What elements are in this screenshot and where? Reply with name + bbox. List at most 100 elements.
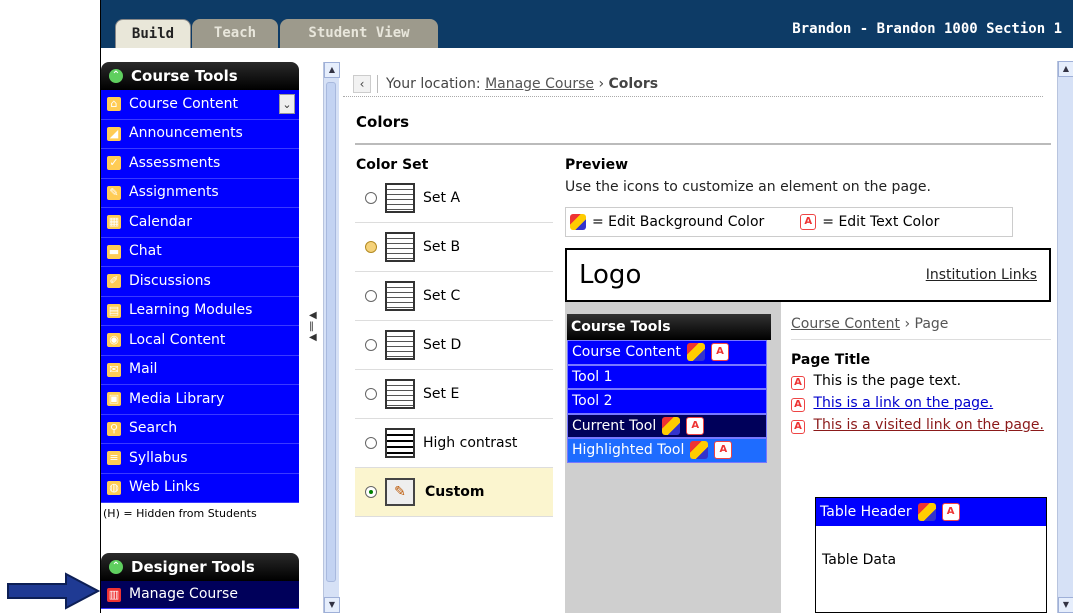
preview-table-data: Table Data — [822, 552, 897, 568]
radio-button[interactable] — [365, 241, 377, 253]
breadcrumb-link-manage-course[interactable]: Manage Course — [485, 76, 594, 92]
syllabus-icon: ≡ — [107, 451, 121, 466]
designer-tools-label: Designer Tools — [131, 558, 255, 576]
legend-bg-label: = Edit Background Color — [592, 214, 765, 230]
edit-text-icon[interactable]: A — [791, 398, 805, 412]
scroll-down-icon[interactable]: ▼ — [324, 597, 340, 613]
sidebar: ⌃ Course Tools ⌂ Course Content ⌄ ◢ Anno… — [101, 62, 299, 613]
edit-background-icon[interactable] — [917, 503, 936, 521]
search-icon: ⚲ — [107, 421, 121, 436]
scroll-down-icon[interactable]: ▼ — [1058, 597, 1073, 613]
edit-text-icon[interactable]: A — [686, 416, 705, 435]
course-tools-header[interactable]: ⌃ Course Tools — [101, 62, 299, 90]
scroll-up-icon[interactable]: ▲ — [324, 62, 340, 78]
color-set-option[interactable]: High contrast — [355, 419, 553, 468]
sidebar-item-label: Local Content — [129, 331, 226, 348]
edit-background-icon[interactable] — [690, 441, 709, 460]
preview-visited-link[interactable]: This is a visited link on the page. — [813, 417, 1043, 433]
top-bar: Build Teach Student View Brandon - Brand… — [101, 0, 1073, 48]
sidebar-item-label: Assessments — [129, 154, 221, 171]
preview-crumb-link[interactable]: Course Content — [791, 316, 900, 332]
sidebar-item-manage-course[interactable]: ▥ Manage Course — [101, 581, 299, 609]
color-set-icon — [385, 379, 415, 409]
sidebar-item-chat[interactable]: ▬ Chat — [101, 237, 299, 267]
color-set-option[interactable]: Set B — [355, 223, 553, 272]
house-icon: ⌂ — [107, 97, 121, 112]
chevron-down-icon[interactable]: ⌄ — [279, 94, 295, 115]
color-set-option[interactable]: Set E — [355, 370, 553, 419]
pointer-arrow-icon — [7, 572, 100, 610]
radio-button[interactable] — [365, 486, 377, 498]
sidebar-scrollbar[interactable]: ▲ ▼ — [323, 62, 340, 613]
sidebar-item-announcements[interactable]: ◢ Announcements — [101, 119, 299, 149]
collapse-icon[interactable]: ⌃ — [109, 69, 123, 83]
radio-button[interactable] — [365, 339, 377, 351]
course-title: Brandon - Brandon 1000 Section 1 — [792, 21, 1062, 37]
sidebar-item-search[interactable]: ⚲ Search — [101, 414, 299, 444]
disc-icon: ◉ — [107, 333, 121, 348]
scroll-up-icon[interactable]: ▲ — [1058, 61, 1073, 77]
preview-table-header: Table Header A — [816, 498, 1046, 526]
pen-icon: ✐ — [107, 274, 121, 289]
sidebar-item-calendar[interactable]: ▦ Calendar — [101, 208, 299, 238]
institution-links[interactable]: Institution Links — [926, 267, 1037, 283]
edit-text-icon[interactable]: A — [791, 420, 805, 434]
designer-tools-header[interactable]: ⌃ Designer Tools — [101, 553, 299, 581]
edit-background-icon[interactable] — [662, 416, 681, 435]
edit-text-icon[interactable]: A — [714, 441, 733, 460]
radio-button[interactable] — [365, 290, 377, 302]
radio-button[interactable] — [365, 388, 377, 400]
content-scrollbar[interactable]: ▲ ▼ — [1057, 61, 1073, 613]
legend-text-label: = Edit Text Color — [822, 214, 940, 230]
app-window: Build Teach Student View Brandon - Brand… — [100, 0, 1073, 613]
sidebar-item-label: Announcements — [129, 125, 243, 142]
radio-button[interactable] — [365, 437, 377, 449]
main-content: ‹ Your location: Manage Course › Colors … — [343, 61, 1052, 613]
sidebar-item-syllabus[interactable]: ≡ Syllabus — [101, 444, 299, 474]
preview-nav-item: Tool 2 — [567, 389, 767, 414]
sidebar-item-label: Syllabus — [129, 449, 188, 466]
sidebar-item-assessments[interactable]: ✓ Assessments — [101, 149, 299, 179]
sidebar-item-learning-modules[interactable]: ▤ Learning Modules — [101, 296, 299, 326]
collapse-icon[interactable]: ⌃ — [109, 560, 123, 574]
page-title: Colors — [356, 113, 410, 131]
edit-background-icon[interactable] — [687, 343, 706, 362]
tab-build[interactable]: Build — [115, 19, 191, 48]
preview-crumb-current: Page — [914, 316, 949, 332]
sidebar-item-web-links[interactable]: ◍ Web Links — [101, 473, 299, 503]
radio-button[interactable] — [365, 192, 377, 204]
sidebar-item-course-content[interactable]: ⌂ Course Content ⌄ — [101, 90, 299, 120]
logo: Logo — [579, 260, 642, 290]
edit-text-icon[interactable]: A — [791, 376, 805, 390]
scroll-thumb[interactable] — [326, 82, 336, 582]
color-set-icon — [385, 330, 415, 360]
sidebar-item-label: Learning Modules — [129, 302, 253, 319]
edit-background-icon — [570, 214, 586, 230]
preview-main: Course Content › Page Page Title A This … — [791, 302, 1051, 613]
color-set-option[interactable]: Set C — [355, 272, 553, 321]
tab-teach[interactable]: Teach — [192, 19, 278, 48]
sidebar-item-label: Search — [129, 420, 178, 437]
sidebar-item-media-library[interactable]: ▣ Media Library — [101, 385, 299, 415]
tab-student-view[interactable]: Student View — [280, 19, 438, 48]
color-set-label: High contrast — [423, 435, 518, 451]
color-set-option[interactable]: Set D — [355, 321, 553, 370]
splitter-handle[interactable]: ◀ ‖ ◀ — [309, 310, 317, 370]
sidebar-item-mail[interactable]: ✉ Mail — [101, 355, 299, 385]
back-icon[interactable]: ‹ — [353, 74, 371, 93]
sidebar-item-local-content[interactable]: ◉ Local Content — [101, 326, 299, 356]
custom-palette-icon: ✎ — [385, 478, 415, 506]
sidebar-item-discussions[interactable]: ✐ Discussions — [101, 267, 299, 297]
sidebar-item-label: Chat — [129, 243, 162, 260]
edit-text-icon[interactable]: A — [941, 503, 960, 521]
edit-text-icon[interactable]: A — [711, 343, 730, 362]
preview-nav-label: Highlighted Tool — [572, 442, 685, 459]
preview-link[interactable]: This is a link on the page. — [813, 395, 993, 411]
media-icon: ▣ — [107, 392, 121, 407]
globe-icon: ◍ — [107, 480, 121, 495]
color-set-option-custom[interactable]: ✎ Custom — [355, 468, 553, 517]
color-set-option[interactable]: Set A — [355, 174, 553, 223]
preview-nav-item-highlighted: Highlighted Tool A — [567, 438, 767, 463]
sidebar-item-assignments[interactable]: ✎ Assignments — [101, 178, 299, 208]
megaphone-icon: ◢ — [107, 126, 121, 141]
